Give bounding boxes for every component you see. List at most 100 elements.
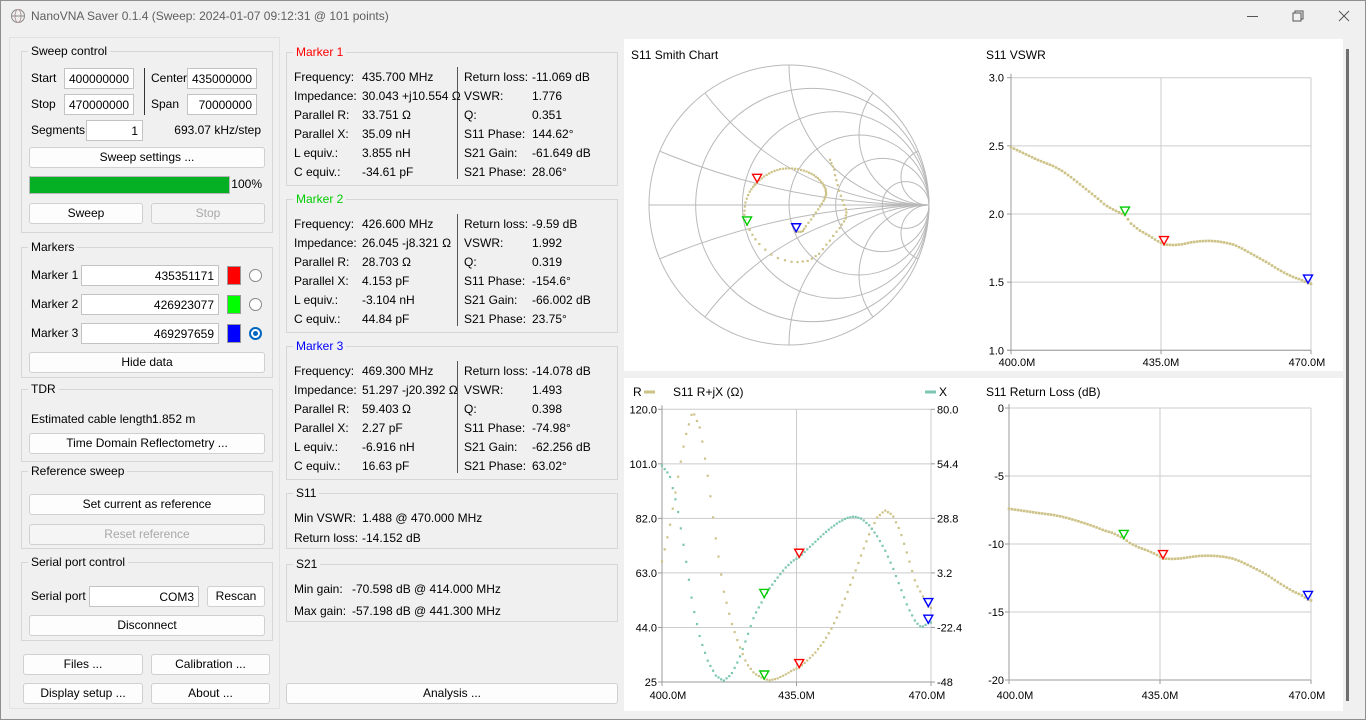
sweep-start-input[interactable]	[64, 68, 134, 89]
segments-input[interactable]	[86, 120, 143, 141]
disconnect-button[interactable]: Disconnect	[29, 615, 265, 636]
sweep-stop-input[interactable]	[64, 94, 134, 115]
reference-sweep-title: Reference sweep	[28, 464, 127, 478]
svg-text:R: R	[633, 385, 642, 399]
marker-2-freq-input[interactable]	[81, 294, 219, 315]
marker-detail-title: Marker 3	[293, 339, 346, 353]
charts-canvas[interactable]: S11 Smith ChartS11 VSWR3.02.52.01.51.040…	[624, 39, 1343, 711]
svg-text:101.0: 101.0	[629, 459, 657, 471]
display-setup-button[interactable]: Display setup ...	[23, 683, 143, 704]
field-label: S11 Phase:	[464, 273, 525, 289]
field-value: 0.398	[532, 401, 562, 417]
svg-text:44.0: 44.0	[636, 622, 657, 634]
field-value: 28.703 Ω	[362, 254, 411, 270]
min-vswr-value: 1.488 @ 470.000 MHz	[362, 510, 482, 526]
files-button[interactable]: Files ...	[23, 654, 143, 675]
min-gain-value: -70.598 dB @ 414.000 MHz	[352, 581, 501, 597]
marker-3-color-swatch[interactable]	[227, 324, 241, 343]
field-value: 4.153 pF	[362, 273, 409, 289]
field-value: 469.300 MHz	[362, 363, 433, 379]
marker-3-radio[interactable]	[249, 327, 262, 340]
field-value: 28.06°	[532, 164, 567, 180]
field-value: -3.104 nH	[362, 292, 415, 308]
marker-3-freq-input[interactable]	[81, 323, 219, 344]
marker-2-color-swatch[interactable]	[227, 295, 241, 314]
marker-detail-divider	[457, 67, 458, 179]
marker-2-radio[interactable]	[249, 298, 262, 311]
sweep-progress-bar	[29, 176, 230, 194]
marker-1-radio[interactable]	[249, 269, 262, 282]
marker-1-freq-input[interactable]	[81, 265, 219, 286]
field-label: S21 Gain:	[464, 439, 517, 455]
marker-1-label: Marker 1	[31, 265, 78, 286]
field-value: -74.98°	[532, 420, 571, 436]
min-gain-label: Min gain:	[294, 581, 343, 597]
field-label: Return loss:	[464, 363, 528, 379]
svg-text:120.0: 120.0	[629, 404, 657, 416]
svg-text:X: X	[939, 385, 947, 399]
sweep-settings-button[interactable]: Sweep settings ...	[29, 147, 265, 168]
tdr-button[interactable]: Time Domain Reflectometry ...	[29, 433, 265, 454]
field-value: -11.069 dB	[532, 69, 590, 85]
field-label: S21 Gain:	[464, 145, 517, 161]
field-label: Parallel X:	[294, 420, 349, 436]
svg-text:54.4: 54.4	[937, 459, 958, 471]
marker-detail-title: Marker 1	[293, 45, 346, 59]
field-value: 0.319	[532, 254, 562, 270]
analysis-button[interactable]: Analysis ...	[286, 683, 618, 704]
set-reference-button[interactable]: Set current as reference	[29, 494, 265, 515]
field-label: Frequency:	[294, 69, 354, 85]
restore-icon[interactable]	[1275, 1, 1320, 31]
app-icon	[10, 8, 26, 27]
sweep-span-input[interactable]	[187, 94, 257, 115]
field-label: S21 Gain:	[464, 292, 517, 308]
serial-port-input[interactable]	[89, 586, 199, 607]
svg-text:-15: -15	[988, 607, 1004, 619]
field-label: Parallel R:	[294, 107, 349, 123]
marker-2-label: Marker 2	[31, 294, 78, 315]
svg-text:-22.4: -22.4	[937, 622, 962, 634]
field-value: -14.078 dB	[532, 363, 591, 379]
field-value: -62.256 dB	[532, 439, 591, 455]
field-value: 435.700 MHz	[362, 69, 433, 85]
close-icon[interactable]	[1320, 1, 1366, 31]
field-value: -154.6°	[532, 273, 571, 289]
hide-data-button[interactable]: Hide data	[29, 352, 265, 373]
field-label: S11 Phase:	[464, 126, 525, 142]
sweep-center-input[interactable]	[187, 68, 257, 89]
sweep-button[interactable]: Sweep	[29, 203, 143, 224]
svg-text:-10: -10	[988, 539, 1004, 551]
svg-text:435.0M: 435.0M	[778, 690, 815, 702]
minimize-icon[interactable]	[1230, 1, 1275, 31]
calibration-button[interactable]: Calibration ...	[151, 654, 270, 675]
field-label: Frequency:	[294, 216, 354, 232]
rescan-button[interactable]: Rescan	[207, 586, 265, 607]
field-value: 144.62°	[532, 126, 574, 142]
marker-detail-divider	[457, 214, 458, 326]
progress-percent: 100%	[230, 175, 262, 194]
max-gain-value: -57.198 dB @ 441.300 MHz	[352, 603, 501, 619]
charts-scrollbar-thumb[interactable]	[1346, 49, 1349, 701]
field-label: L equiv.:	[294, 145, 338, 161]
field-label: Impedance:	[294, 88, 357, 104]
field-value: -34.61 pF	[362, 164, 413, 180]
stop-button[interactable]: Stop	[151, 203, 265, 224]
marker-1-color-swatch[interactable]	[227, 266, 241, 285]
reset-reference-button[interactable]: Reset reference	[29, 524, 265, 545]
field-label: Parallel X:	[294, 126, 349, 142]
tdr-title: TDR	[28, 382, 59, 396]
field-label: Q:	[464, 107, 477, 123]
marker-2-detail-box: Marker 2Frequency:426.600 MHzImpedance:2…	[286, 199, 618, 333]
charts-scrollbar[interactable]	[1343, 39, 1353, 711]
field-value: 59.403 Ω	[362, 401, 411, 417]
field-label: S21 Phase:	[464, 164, 526, 180]
step-size-text: 693.07 kHz/step	[151, 120, 261, 141]
marker-detail-divider	[457, 361, 458, 473]
s11-return-loss-value: -14.152 dB	[362, 530, 421, 546]
svg-text:-48: -48	[937, 677, 953, 689]
charts-area[interactable]: S11 Smith ChartS11 VSWR3.02.52.01.51.040…	[624, 39, 1343, 711]
about-button[interactable]: About ...	[151, 683, 270, 704]
s11-return-loss-label: Return loss:	[294, 530, 358, 546]
field-value: 2.27 pF	[362, 420, 403, 436]
field-label: C equiv.:	[294, 164, 340, 180]
